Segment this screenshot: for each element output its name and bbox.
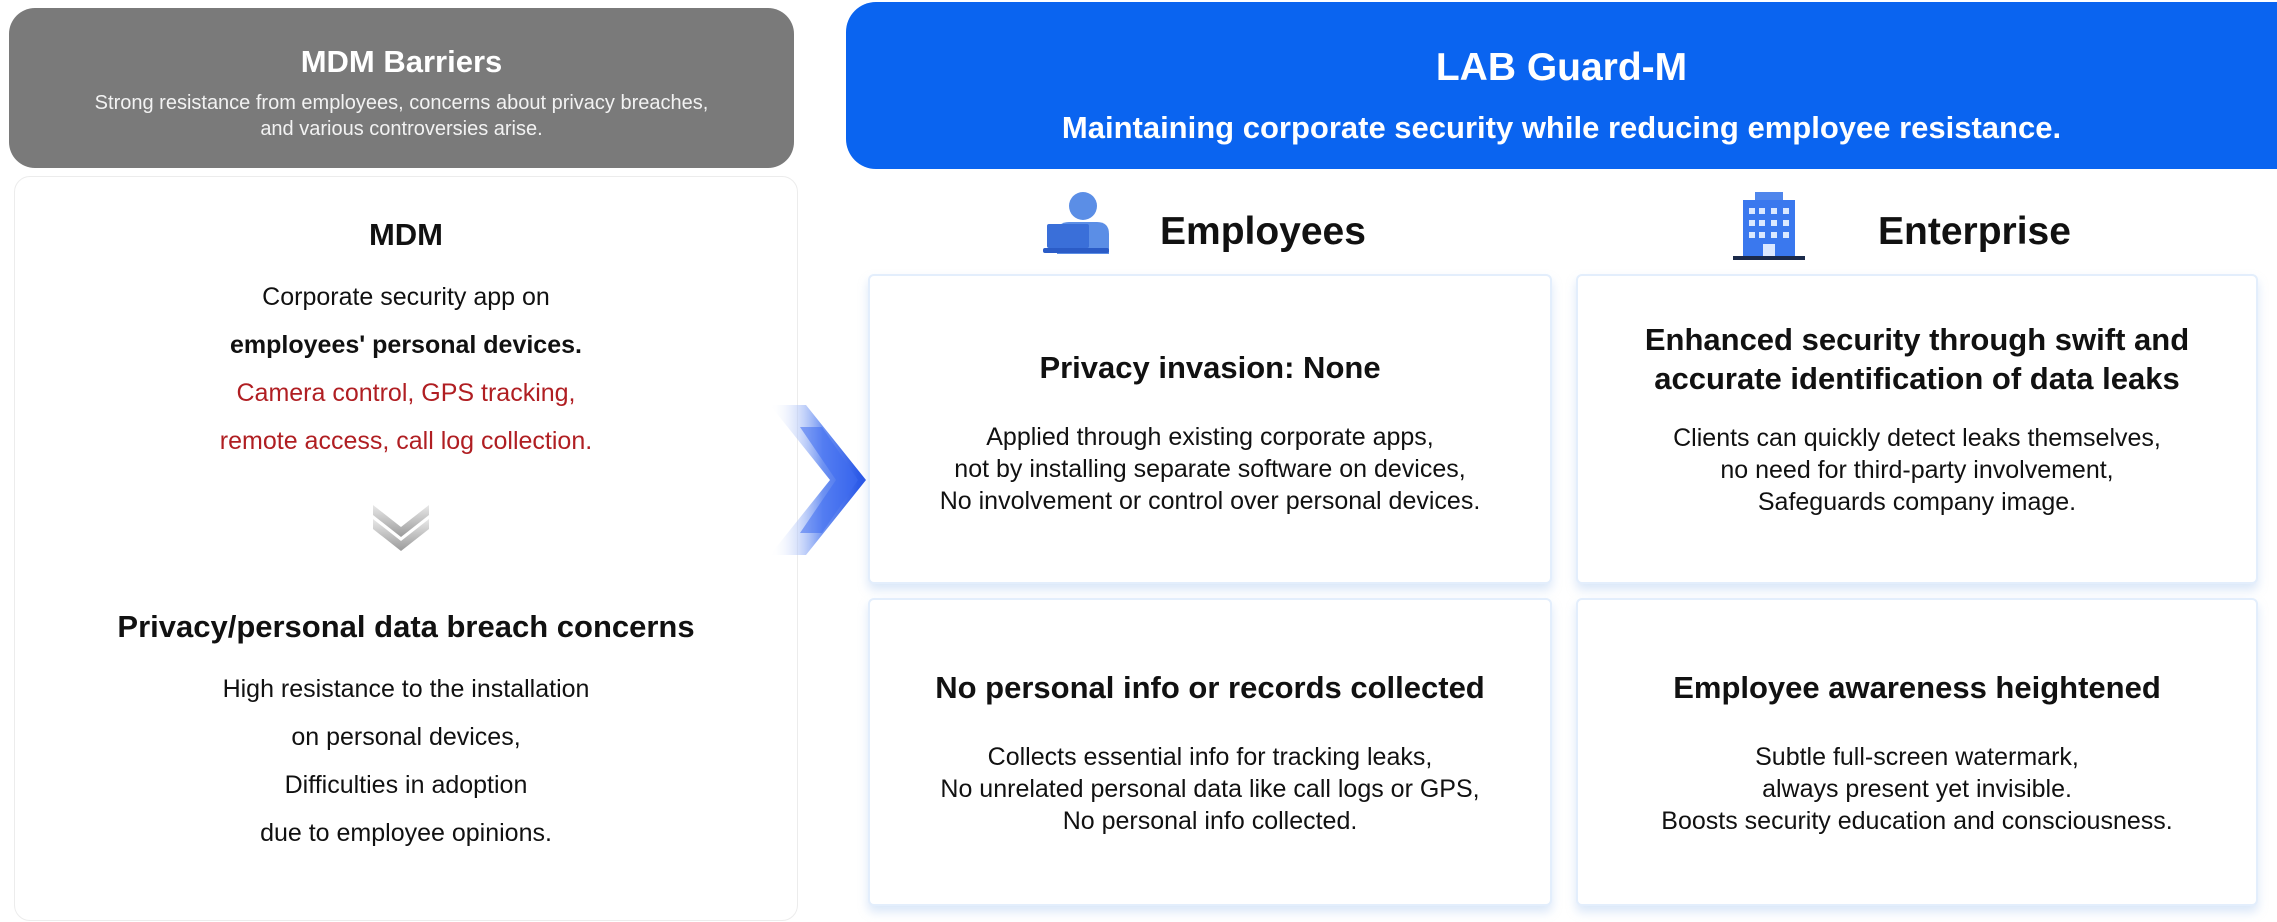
employees-heading: Employees	[1160, 210, 1366, 253]
lab-guard-header: LAB Guard-M Maintaining corporate securi…	[846, 2, 2277, 169]
no-info-title: No personal info or records collected	[935, 670, 1485, 705]
security-title: Enhanced security through swift and accu…	[1644, 322, 2190, 396]
concern-line3: Difficulties in adoption	[284, 771, 528, 799]
privacy-body: Applied through existing corporate apps,…	[939, 423, 1481, 515]
person-laptop-icon	[1043, 192, 1109, 254]
privacy-title: Privacy invasion: None	[1039, 350, 1381, 385]
concern-line2: on personal devices,	[291, 723, 521, 751]
no-info-card: No personal info or records collected Co…	[868, 598, 1552, 906]
double-chevron-down-icon	[373, 505, 429, 551]
transition-arrow-icon	[770, 405, 866, 555]
mdm-barriers-subtitle: Strong resistance from employees, concer…	[94, 92, 709, 140]
no-info-body: Collects essential info for tracking lea…	[940, 743, 1480, 835]
mdm-barriers-header: MDM Barriers Strong resistance from empl…	[9, 8, 794, 168]
mdm-barriers-title: MDM Barriers	[300, 44, 503, 79]
mdm-card: MDM Corporate security app on employees'…	[14, 176, 798, 921]
concern-line4: due to employee opinions.	[260, 819, 552, 847]
mdm-desc-line3: Camera control, GPS tracking,	[236, 379, 576, 407]
enterprise-heading: Enterprise	[1878, 210, 2071, 253]
privacy-card: Privacy invasion: None Applied through e…	[868, 274, 1552, 584]
lab-guard-subtitle: Maintaining corporate security while red…	[1061, 110, 2062, 145]
mdm-desc-line2: employees' personal devices.	[230, 331, 582, 359]
mdm-desc-line4: remote access, call log collection.	[219, 427, 593, 455]
concern-title: Privacy/personal data breach concerns	[117, 609, 695, 644]
mdm-desc-line1: Corporate security app on	[262, 283, 550, 311]
mdm-title: MDM	[368, 217, 444, 252]
concern-line1: High resistance to the installation	[222, 675, 590, 703]
security-card: Enhanced security through swift and accu…	[1576, 274, 2258, 584]
lab-guard-title: LAB Guard-M	[1435, 46, 1688, 89]
awareness-body: Subtle full-screen watermark, always pre…	[1661, 743, 2173, 835]
awareness-card: Employee awareness heightened Subtle ful…	[1576, 598, 2258, 906]
security-body: Clients can quickly detect leaks themsel…	[1673, 424, 2161, 516]
building-icon	[1733, 192, 1805, 260]
awareness-title: Employee awareness heightened	[1673, 670, 2161, 705]
